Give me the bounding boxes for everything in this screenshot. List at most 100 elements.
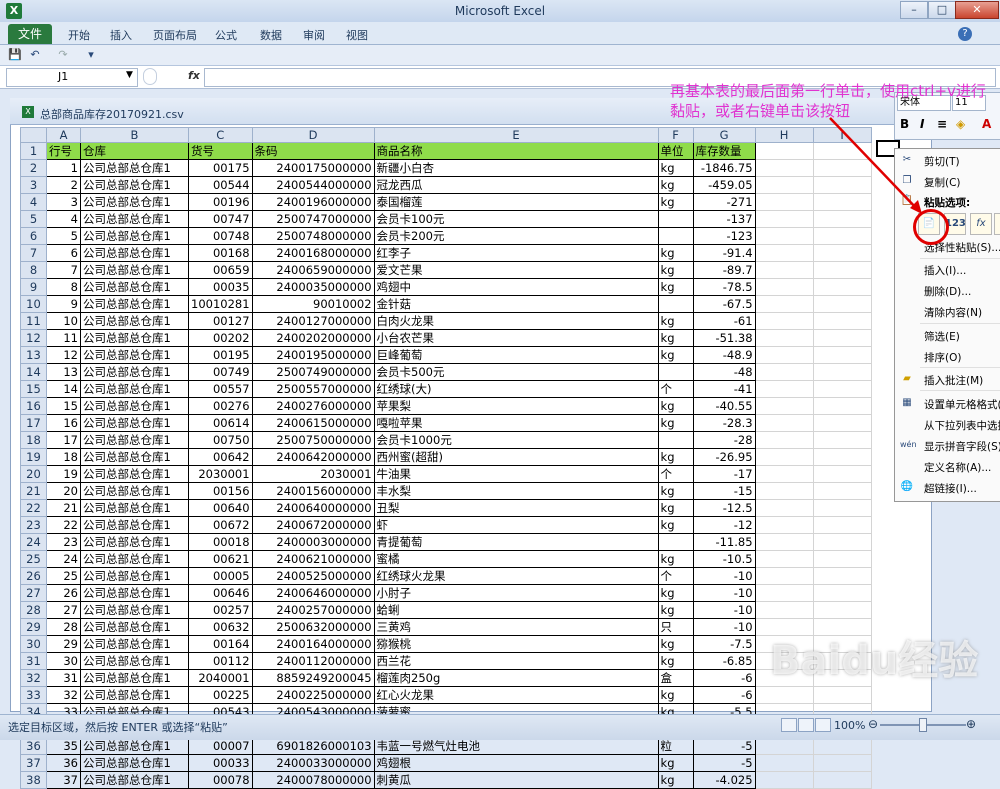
- spreadsheet-grid[interactable]: A B C D E F G H I 1 行号 仓库 货号 条码 商品名称 单位 …: [20, 127, 872, 789]
- cell-unit[interactable]: 个: [657, 567, 694, 585]
- empty-cell[interactable]: [812, 482, 872, 500]
- cell-stock-qty[interactable]: -123: [692, 227, 756, 245]
- cell-warehouse[interactable]: 公司总部总仓库1: [80, 686, 189, 704]
- menu-phonetic[interactable]: 显示拼音字段(S): [924, 439, 1000, 454]
- cell-unit[interactable]: kg: [657, 550, 694, 568]
- cell-unit[interactable]: kg: [657, 652, 694, 670]
- cell-product-name[interactable]: 苹果梨: [373, 397, 659, 415]
- empty-cell[interactable]: [812, 295, 872, 313]
- cell-item-code[interactable]: 00632: [188, 618, 253, 636]
- cell-unit[interactable]: [657, 533, 694, 551]
- cell-stock-qty[interactable]: -6.85: [692, 652, 756, 670]
- paste-format-icon[interactable]: [994, 213, 1000, 235]
- cell-item-code[interactable]: 00175: [188, 159, 253, 177]
- cell-product-name[interactable]: 白肉火龙果: [373, 312, 659, 330]
- cell-warehouse[interactable]: 公司总部总仓库1: [80, 278, 189, 296]
- cell-barcode[interactable]: 2400672000000: [251, 516, 375, 534]
- cell-unit[interactable]: kg: [657, 499, 694, 517]
- cell-stock-qty[interactable]: -4.025: [692, 771, 756, 789]
- cell-row-number[interactable]: 8: [46, 278, 81, 296]
- tab-data[interactable]: 数据: [260, 27, 282, 43]
- cell-unit[interactable]: kg: [657, 448, 694, 466]
- cell-row-number[interactable]: 30: [46, 652, 81, 670]
- row-header[interactable]: 22: [20, 499, 47, 517]
- row-header[interactable]: 1: [20, 142, 47, 160]
- cell-unit[interactable]: 盒: [657, 669, 694, 687]
- row-header[interactable]: 14: [20, 363, 47, 381]
- cell-unit[interactable]: kg: [657, 261, 694, 279]
- cell-unit[interactable]: kg: [657, 516, 694, 534]
- select-all-corner[interactable]: [20, 127, 47, 143]
- cell-stock-qty[interactable]: -5: [692, 737, 756, 755]
- cell-product-name[interactable]: 冠龙西瓜: [373, 176, 659, 194]
- cell-warehouse[interactable]: 公司总部总仓库1: [80, 346, 189, 364]
- cell-barcode[interactable]: 2400164000000: [251, 635, 375, 653]
- cell-warehouse[interactable]: 公司总部总仓库1: [80, 516, 189, 534]
- empty-cell[interactable]: [754, 516, 814, 534]
- row-header[interactable]: 10: [20, 295, 47, 313]
- row-header[interactable]: 27: [20, 584, 47, 602]
- cell-item-code[interactable]: 00168: [188, 244, 253, 262]
- cell-product-name[interactable]: 蜜橘: [373, 550, 659, 568]
- cell-warehouse[interactable]: 公司总部总仓库1: [80, 329, 189, 347]
- empty-cell[interactable]: [754, 414, 814, 432]
- menu-filter[interactable]: 筛选(E): [924, 329, 960, 344]
- zoom-out-icon[interactable]: ⊖: [868, 717, 878, 731]
- cell-item-code[interactable]: 00672: [188, 516, 253, 534]
- cell-warehouse[interactable]: 公司总部总仓库1: [80, 635, 189, 653]
- cell-row-number[interactable]: 23: [46, 533, 81, 551]
- cell-stock-qty[interactable]: -89.7: [692, 261, 756, 279]
- row-header[interactable]: 2: [20, 159, 47, 177]
- empty-cell[interactable]: [812, 261, 872, 279]
- cell-warehouse[interactable]: 公司总部总仓库1: [80, 669, 189, 687]
- cell-stock-qty[interactable]: -48.9: [692, 346, 756, 364]
- row-header[interactable]: 3: [20, 176, 47, 194]
- empty-cell[interactable]: [754, 346, 814, 364]
- row-header[interactable]: 6: [20, 227, 47, 245]
- header-cell[interactable]: 库存数量: [692, 142, 756, 160]
- cell-barcode[interactable]: 2400257000000: [251, 601, 375, 619]
- tab-review[interactable]: 审阅: [303, 27, 325, 43]
- cell-unit[interactable]: kg: [657, 244, 694, 262]
- empty-cell[interactable]: [812, 754, 872, 772]
- cell-stock-qty[interactable]: -15: [692, 482, 756, 500]
- cell-barcode[interactable]: 2400621000000: [251, 550, 375, 568]
- row-header[interactable]: 21: [20, 482, 47, 500]
- cell-item-code[interactable]: 00614: [188, 414, 253, 432]
- empty-cell[interactable]: [812, 312, 872, 330]
- minimize-icon[interactable]: –: [900, 1, 928, 19]
- cell-item-code[interactable]: 00005: [188, 567, 253, 585]
- cell-product-name[interactable]: 新疆小白杏: [373, 159, 659, 177]
- row-header[interactable]: 7: [20, 244, 47, 262]
- tab-page-layout[interactable]: 页面布局: [153, 27, 197, 43]
- cell-barcode[interactable]: 2400033000000: [251, 754, 375, 772]
- cell-stock-qty[interactable]: -10.5: [692, 550, 756, 568]
- empty-cell[interactable]: [812, 465, 872, 483]
- cell-barcode[interactable]: 2400035000000: [251, 278, 375, 296]
- row-header[interactable]: 37: [20, 754, 47, 772]
- cell-unit[interactable]: kg: [657, 176, 694, 194]
- cell-product-name[interactable]: 红心火龙果: [373, 686, 659, 704]
- cell-stock-qty[interactable]: -28: [692, 431, 756, 449]
- cell-warehouse[interactable]: 公司总部总仓库1: [80, 567, 189, 585]
- cell-unit[interactable]: kg: [657, 312, 694, 330]
- empty-cell[interactable]: [754, 159, 814, 177]
- cell-product-name[interactable]: 丑梨: [373, 499, 659, 517]
- cell-barcode[interactable]: 2500748000000: [251, 227, 375, 245]
- cell-barcode[interactable]: 8859249200045: [251, 669, 375, 687]
- cell-warehouse[interactable]: 公司总部总仓库1: [80, 584, 189, 602]
- cell-product-name[interactable]: 巨峰葡萄: [373, 346, 659, 364]
- empty-cell[interactable]: [754, 601, 814, 619]
- cell-product-name[interactable]: 猕猴桃: [373, 635, 659, 653]
- cell-unit[interactable]: kg: [657, 482, 694, 500]
- tab-formulas[interactable]: 公式: [215, 27, 237, 43]
- maximize-icon[interactable]: □: [928, 1, 956, 19]
- cell-barcode[interactable]: 2400525000000: [251, 567, 375, 585]
- column-header[interactable]: E: [373, 127, 659, 143]
- cell-stock-qty[interactable]: -17: [692, 465, 756, 483]
- cell-warehouse[interactable]: 公司总部总仓库1: [80, 431, 189, 449]
- cell-item-code[interactable]: 00646: [188, 584, 253, 602]
- cell-item-code[interactable]: 00225: [188, 686, 253, 704]
- row-header[interactable]: 17: [20, 414, 47, 432]
- cell-product-name[interactable]: 韦蓝一号燃气灶电池: [373, 737, 659, 755]
